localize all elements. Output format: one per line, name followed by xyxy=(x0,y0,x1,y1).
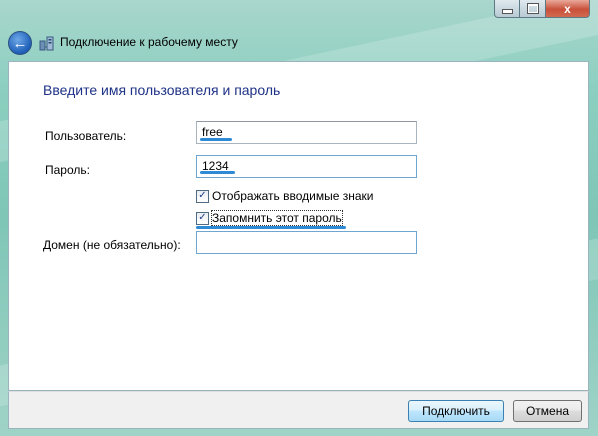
page-heading: Введите имя пользователя и пароль xyxy=(43,82,281,98)
checkmark-icon: ✓ xyxy=(198,190,207,201)
password-field[interactable]: 1234 xyxy=(196,155,417,178)
maximize-icon xyxy=(526,3,539,14)
show-chars-label: Отображать вводимые знаки xyxy=(212,189,374,203)
checkmark-icon: ✓ xyxy=(198,212,207,223)
highlight-underline xyxy=(196,226,346,229)
remember-password-option[interactable]: ✓ Запомнить этот пароль xyxy=(196,210,343,226)
content-panel: Введите имя пользователя и пароль Пользо… xyxy=(8,61,589,391)
username-label: Пользователь: xyxy=(45,129,127,143)
remember-password-checkbox[interactable]: ✓ xyxy=(196,211,209,225)
back-button[interactable]: ← xyxy=(8,31,32,55)
dialog-window: x ← Подключение к рабочему месту Введите… xyxy=(0,0,598,436)
close-icon: x xyxy=(564,1,571,16)
caption-buttons: x xyxy=(494,0,590,19)
close-button[interactable]: x xyxy=(546,0,590,18)
maximize-button[interactable] xyxy=(520,0,546,18)
network-connection-icon xyxy=(39,36,54,51)
window-title: Подключение к рабочему месту xyxy=(60,35,238,49)
highlight-underline xyxy=(200,171,235,174)
button-bar: Подключить Отмена xyxy=(8,391,589,429)
cancel-button-label: Отмена xyxy=(525,404,570,418)
show-chars-option[interactable]: ✓ Отображать вводимые знаки xyxy=(196,189,373,203)
highlight-underline xyxy=(200,138,232,141)
show-chars-checkbox[interactable]: ✓ xyxy=(196,189,209,203)
domain-label: Домен (не обязательно): xyxy=(43,238,181,252)
minimize-icon xyxy=(501,9,513,14)
password-label: Пароль: xyxy=(45,163,90,177)
domain-field[interactable] xyxy=(196,231,417,254)
remember-password-label: Запомнить этот пароль xyxy=(211,210,343,226)
minimize-button[interactable] xyxy=(494,0,520,18)
cancel-button[interactable]: Отмена xyxy=(513,400,582,422)
connect-button-label: Подключить xyxy=(422,404,490,418)
back-arrow-icon: ← xyxy=(12,34,28,52)
username-value: free xyxy=(202,125,223,139)
connect-button[interactable]: Подключить xyxy=(408,400,504,422)
